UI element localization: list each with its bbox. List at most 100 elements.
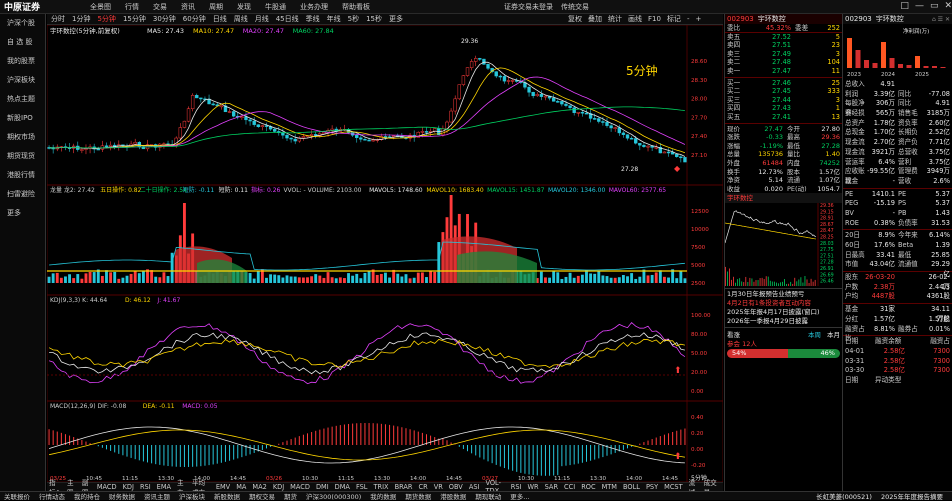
bid-row[interactable]: 买四 27.43 1	[725, 104, 842, 113]
margin-row[interactable]: 03-30 2.58亿 7300	[843, 366, 952, 376]
volume-bar[interactable]	[281, 277, 285, 283]
sidebar-item-hot-topics[interactable]: 热点主题	[0, 90, 45, 109]
volume-bar[interactable]	[613, 277, 617, 283]
volume-bar[interactable]	[55, 272, 59, 283]
candle[interactable]	[642, 144, 646, 147]
candle[interactable]	[510, 80, 515, 82]
volume-bar[interactable]	[330, 277, 334, 283]
volume-bar[interactable]	[679, 270, 683, 283]
volume-bar[interactable]	[347, 273, 350, 283]
volume-bar[interactable]	[572, 277, 576, 283]
candle[interactable]	[457, 84, 461, 100]
indicator-tab-19[interactable]: CR	[419, 483, 428, 491]
candle[interactable]	[133, 141, 137, 145]
indicator-tab-10[interactable]: MA	[236, 483, 246, 491]
news-item-1[interactable]: 2025年年报4月17日披露(窗口)	[727, 308, 840, 317]
candle[interactable]	[527, 86, 531, 93]
candle[interactable]	[539, 94, 544, 97]
volume-bar[interactable]	[433, 271, 437, 283]
candle[interactable]	[301, 136, 306, 139]
candle[interactable]	[625, 134, 630, 139]
candle[interactable]	[96, 148, 100, 151]
period-tab-2[interactable]: 5分钟	[97, 14, 115, 24]
volume-bar[interactable]	[109, 272, 113, 283]
period-tab-1[interactable]: 1分钟	[72, 14, 90, 24]
volume-bar[interactable]	[609, 277, 613, 283]
candle[interactable]	[424, 131, 429, 133]
chart-tool-6[interactable]: -	[687, 15, 690, 23]
chart-tool-0[interactable]: 复权	[568, 14, 582, 24]
candle[interactable]	[244, 116, 248, 121]
volume-bar[interactable]	[293, 276, 297, 283]
candle[interactable]	[461, 75, 466, 85]
volume-bar[interactable]	[297, 277, 301, 283]
volume-bar[interactable]	[92, 272, 96, 283]
period-tab-0[interactable]: 分时	[51, 14, 65, 24]
volume-bar[interactable]	[683, 278, 687, 283]
menu-cycle[interactable]: 周期	[209, 2, 223, 12]
volume-bar[interactable]	[367, 270, 371, 283]
menu-panorama[interactable]: 全景图	[90, 2, 111, 12]
candle[interactable]	[264, 125, 269, 127]
volume-bar[interactable]	[363, 272, 367, 283]
volume-bar[interactable]	[400, 276, 404, 283]
volume-bar[interactable]	[420, 272, 424, 283]
volume-bar[interactable]	[334, 278, 338, 283]
volume-bar[interactable]	[601, 275, 605, 283]
candle[interactable]	[371, 139, 375, 142]
menu-help[interactable]: 帮助看板	[342, 2, 370, 12]
indicator-tab-20[interactable]: VR	[434, 483, 443, 491]
volume-bar[interactable]	[626, 276, 629, 283]
chart-tool-2[interactable]: 统计	[608, 14, 622, 24]
volume-bar[interactable]	[556, 272, 560, 283]
volume-bar[interactable]	[404, 274, 408, 283]
candle[interactable]	[359, 137, 363, 140]
bid-row[interactable]: 买一 27.46 25	[725, 79, 842, 88]
candle[interactable]	[683, 157, 687, 163]
volume-bar[interactable]	[162, 272, 166, 283]
volume-bar[interactable]	[617, 277, 621, 283]
chart-tool-4[interactable]: F10	[648, 15, 661, 23]
indicator-tab-17[interactable]: TRIX	[373, 483, 388, 491]
volume-bar[interactable]	[634, 278, 638, 283]
candle[interactable]	[613, 127, 617, 129]
candle[interactable]	[420, 131, 425, 133]
volume-bar[interactable]	[121, 277, 125, 283]
volume-bar[interactable]	[125, 275, 129, 283]
indicator-tab-32[interactable]: MCST	[664, 483, 683, 491]
volume-bar[interactable]	[548, 277, 551, 283]
volume-bar[interactable]	[326, 272, 330, 283]
volume-bar[interactable]	[663, 276, 666, 283]
candle[interactable]	[601, 121, 605, 123]
ask-row[interactable]: 卖四 27.51 23	[725, 41, 842, 50]
candle[interactable]	[556, 101, 560, 103]
indicator-tab-4[interactable]: KDJ	[123, 483, 134, 491]
login-status[interactable]: 证券交易未登录	[504, 2, 553, 12]
volume-bar[interactable]	[318, 275, 322, 283]
indicator-tab-15[interactable]: DMA	[335, 483, 350, 491]
candle[interactable]	[309, 134, 314, 136]
volume-bar[interactable]	[359, 278, 363, 283]
candle[interactable]	[367, 139, 371, 142]
volume-bar[interactable]	[51, 273, 55, 283]
indicator-tab-24[interactable]: RSI	[511, 483, 522, 491]
candle[interactable]	[465, 67, 470, 76]
volume-bar[interactable]	[646, 275, 650, 283]
candle[interactable]	[666, 151, 671, 154]
volume-bar[interactable]	[425, 277, 428, 283]
volume-bar[interactable]	[638, 276, 642, 283]
volume-bar[interactable]	[650, 274, 654, 283]
candle[interactable]	[363, 138, 367, 141]
menu-trade[interactable]: 交易	[153, 2, 167, 12]
period-tab-12[interactable]: 5秒	[348, 14, 359, 24]
volume-bar[interactable]	[141, 271, 145, 283]
candle[interactable]	[617, 127, 621, 134]
candle[interactable]	[355, 135, 359, 138]
candle[interactable]	[531, 91, 535, 97]
ask-row[interactable]: 卖五 27.52 5	[725, 33, 842, 42]
margin-row[interactable]: 04-01 2.58亿 7300	[843, 347, 952, 357]
indicator-tab-29[interactable]: MTM	[602, 483, 617, 491]
period-tab-11[interactable]: 年线	[327, 14, 341, 24]
sentiment-week-tab[interactable]: 本周	[808, 329, 821, 339]
bull-bar[interactable]: 54%	[727, 348, 789, 358]
